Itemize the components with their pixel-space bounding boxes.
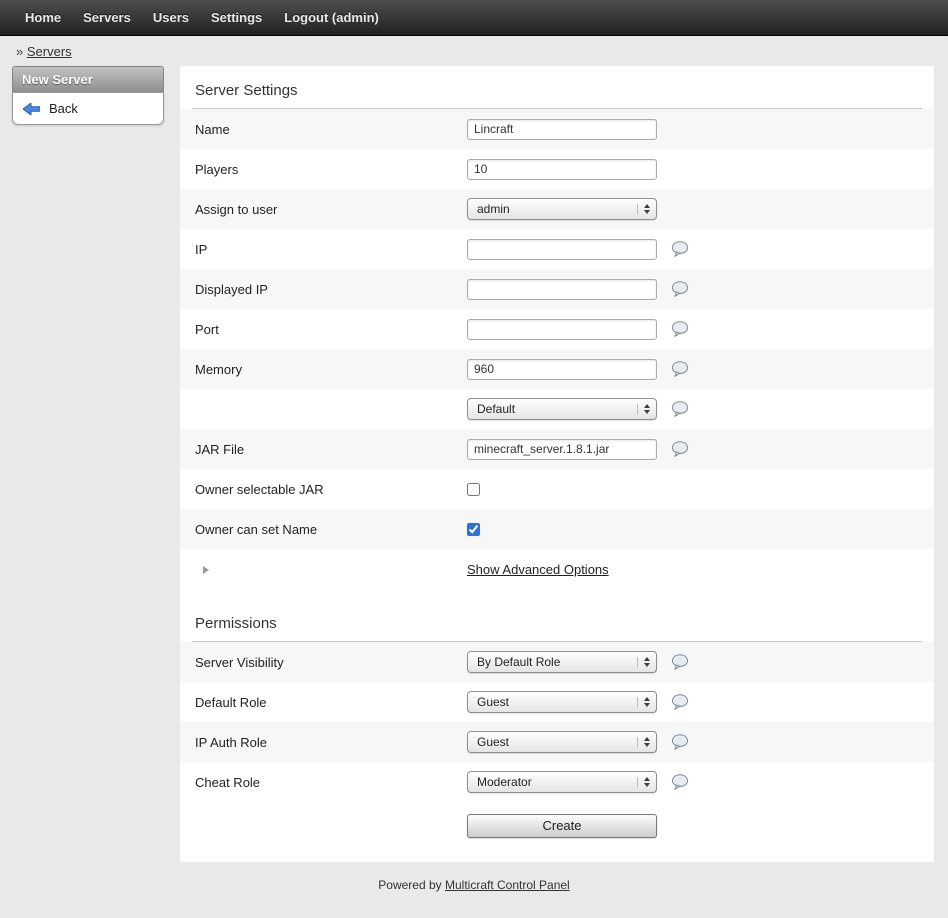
field-label: Name xyxy=(195,122,467,137)
breadcrumb-symbol: » xyxy=(16,44,23,59)
form-row-name: Name xyxy=(180,109,934,149)
field-label: JAR File xyxy=(195,442,467,457)
default-select[interactable]: Default xyxy=(467,398,657,420)
ip-input[interactable] xyxy=(467,239,657,260)
players-input[interactable] xyxy=(467,159,657,180)
owner-can-set-name-checkbox[interactable] xyxy=(467,523,480,536)
back-label: Back xyxy=(49,101,78,116)
page-layout: New Server Back Server Settings Name Pla… xyxy=(0,66,948,862)
help-icon[interactable] xyxy=(671,774,689,790)
back-arrow-icon xyxy=(23,103,40,115)
field-label: Port xyxy=(195,322,467,337)
create-button[interactable]: Create xyxy=(467,814,657,838)
field-label: IP xyxy=(195,242,467,257)
port-input[interactable] xyxy=(467,319,657,340)
help-icon[interactable] xyxy=(671,361,689,377)
field-label xyxy=(195,562,467,577)
nav-item-home[interactable]: Home xyxy=(14,0,72,36)
help-icon[interactable] xyxy=(671,321,689,337)
form-row-cheat-role: Cheat Role Moderator xyxy=(180,762,934,802)
sidebar-body: Back xyxy=(12,92,164,125)
select-value: Moderator xyxy=(477,775,532,789)
select-value: admin xyxy=(477,202,510,216)
select-stepper-icon xyxy=(637,204,650,214)
show-advanced-options-link[interactable]: Show Advanced Options xyxy=(467,562,609,577)
back-button[interactable]: Back xyxy=(19,98,157,119)
displayed-ip-input[interactable] xyxy=(467,279,657,300)
ip-auth-role-select[interactable]: Guest xyxy=(467,731,657,753)
form-row-owner-can-set-name: Owner can set Name xyxy=(180,509,934,549)
field-label: Default Role xyxy=(195,695,467,710)
sidebar-title: New Server xyxy=(12,66,164,92)
help-icon[interactable] xyxy=(671,441,689,457)
top-nav: Home Servers Users Settings Logout (admi… xyxy=(0,0,948,36)
field-label: Memory xyxy=(195,362,467,377)
field-label: Displayed IP xyxy=(195,282,467,297)
help-icon[interactable] xyxy=(671,694,689,710)
field-label: Owner can set Name xyxy=(195,522,467,537)
form-row-server-visibility: Server Visibility By Default Role xyxy=(180,642,934,682)
main-content: Server Settings Name Players Assign to u… xyxy=(180,66,934,862)
field-label: Players xyxy=(195,162,467,177)
jar-file-input[interactable] xyxy=(467,439,657,460)
form-row-ip-auth-role: IP Auth Role Guest xyxy=(180,722,934,762)
help-icon[interactable] xyxy=(671,281,689,297)
select-stepper-icon xyxy=(637,737,650,747)
form-row-displayed-ip: Displayed IP xyxy=(180,269,934,309)
name-input[interactable] xyxy=(467,119,657,140)
section-title-permissions: Permissions xyxy=(192,589,922,642)
field-label: Server Visibility xyxy=(195,655,467,670)
breadcrumb-link-servers[interactable]: Servers xyxy=(27,44,72,59)
footer: Powered by Multicraft Control Panel xyxy=(0,862,948,918)
server-settings-rows: Name Players Assign to user admin xyxy=(180,109,934,589)
select-stepper-icon xyxy=(637,404,650,414)
select-stepper-icon xyxy=(637,657,650,667)
field-label: IP Auth Role xyxy=(195,735,467,750)
form-row-jar-file: JAR File xyxy=(180,429,934,469)
default-role-select[interactable]: Guest xyxy=(467,691,657,713)
help-icon[interactable] xyxy=(671,241,689,257)
assign-user-select[interactable]: admin xyxy=(467,198,657,220)
owner-selectable-jar-checkbox[interactable] xyxy=(467,483,480,496)
create-row: Create xyxy=(180,802,934,848)
section-title-server-settings: Server Settings xyxy=(192,66,922,109)
sidebar: New Server Back xyxy=(12,66,164,125)
nav-item-users[interactable]: Users xyxy=(142,0,200,36)
permissions-rows: Server Visibility By Default Role Defaul… xyxy=(180,642,934,802)
form-row-players: Players xyxy=(180,149,934,189)
form-row-owner-selectable-jar: Owner selectable JAR xyxy=(180,469,934,509)
form-row-default-role: Default Role Guest xyxy=(180,682,934,722)
field-label: Cheat Role xyxy=(195,775,467,790)
footer-text: Powered by xyxy=(378,878,441,892)
server-visibility-select[interactable]: By Default Role xyxy=(467,651,657,673)
cheat-role-select[interactable]: Moderator xyxy=(467,771,657,793)
select-stepper-icon xyxy=(637,777,650,787)
breadcrumb: » Servers xyxy=(0,36,948,66)
select-value: Default xyxy=(477,402,515,416)
select-value: By Default Role xyxy=(477,655,560,669)
help-icon[interactable] xyxy=(671,734,689,750)
field-label: Assign to user xyxy=(195,202,467,217)
form-row-port: Port xyxy=(180,309,934,349)
nav-item-logout[interactable]: Logout (admin) xyxy=(273,0,390,36)
form-row-memory: Memory xyxy=(180,349,934,389)
form-row-ip: IP xyxy=(180,229,934,269)
memory-input[interactable] xyxy=(467,359,657,380)
select-stepper-icon xyxy=(637,697,650,707)
nav-item-servers[interactable]: Servers xyxy=(72,0,142,36)
select-value: Guest xyxy=(477,735,509,749)
help-icon[interactable] xyxy=(671,654,689,670)
form-row-advanced-options: Show Advanced Options xyxy=(180,549,934,589)
form-row-jar-type: Default xyxy=(180,389,934,429)
form-row-assign-user: Assign to user admin xyxy=(180,189,934,229)
field-label: Owner selectable JAR xyxy=(195,482,467,497)
select-value: Guest xyxy=(477,695,509,709)
help-icon[interactable] xyxy=(671,401,689,417)
footer-link-multicraft[interactable]: Multicraft Control Panel xyxy=(445,878,570,892)
nav-item-settings[interactable]: Settings xyxy=(200,0,273,36)
disclosure-triangle-icon[interactable] xyxy=(203,566,209,574)
